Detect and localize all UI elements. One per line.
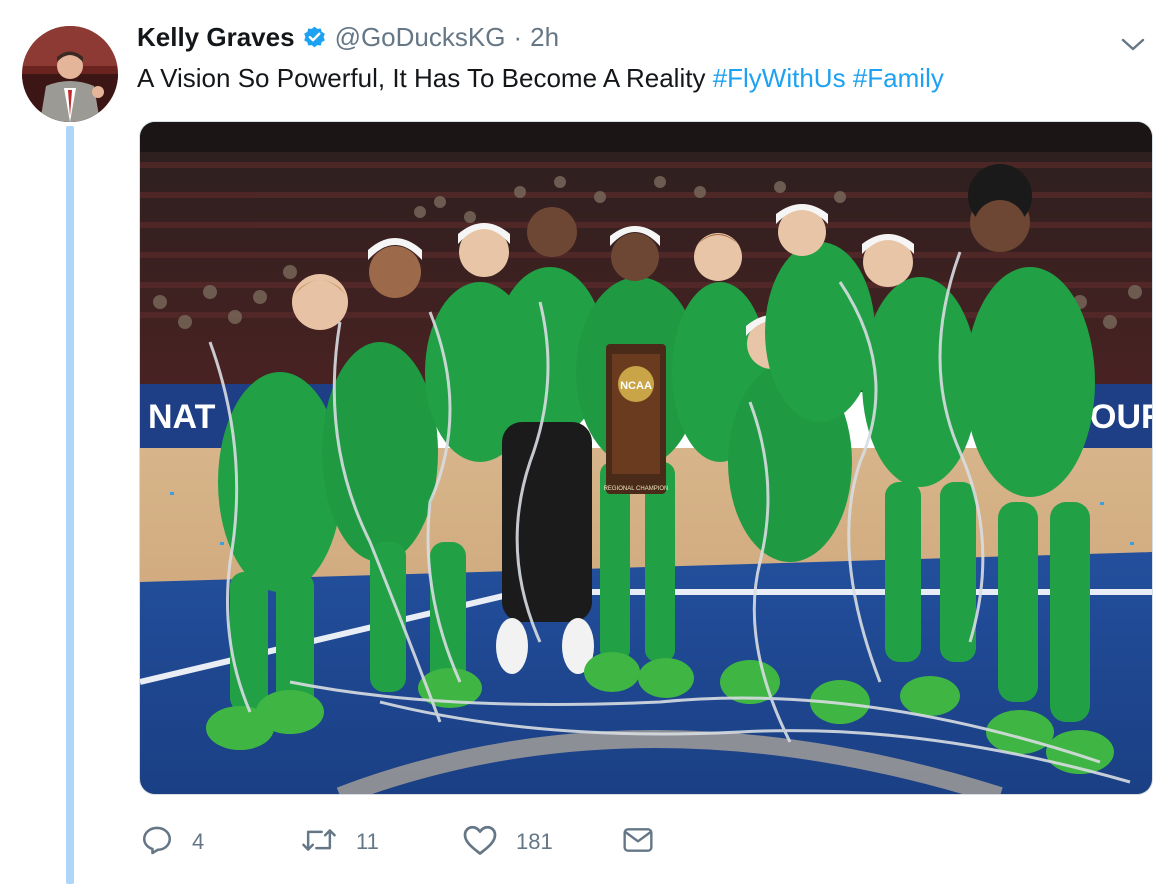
like-action[interactable]: 181	[462, 822, 553, 862]
tweet-text: A Vision So Powerful, It Has To Become A…	[137, 63, 944, 94]
banner-right-text: OUR	[1090, 398, 1153, 436]
team-photo: NAT OUR	[140, 122, 1153, 794]
thread-line	[66, 126, 74, 884]
envelope-icon[interactable]	[622, 825, 654, 860]
tweet-media-photo[interactable]: NAT OUR	[139, 121, 1153, 795]
author-handle[interactable]: @GoDucksKG	[335, 22, 506, 53]
retweet-count: 11	[356, 829, 379, 854]
trophy-brand: NCAA	[620, 380, 652, 392]
timestamp[interactable]: 2h	[530, 22, 559, 53]
tweet-actions: 4 11 181	[140, 822, 700, 862]
like-count: 181	[516, 829, 553, 854]
message-action[interactable]	[622, 822, 654, 862]
verified-badge-icon	[302, 25, 327, 50]
tweet-body: A Vision So Powerful, It Has To Become A…	[137, 63, 706, 93]
retweet-icon[interactable]	[300, 823, 338, 862]
retweet-action[interactable]: 11	[300, 822, 379, 862]
reply-icon[interactable]	[140, 823, 174, 862]
avatar[interactable]	[22, 26, 118, 122]
banner-left-text: NAT	[148, 398, 216, 436]
avatar-image	[22, 26, 118, 122]
separator-dot: ·	[513, 21, 523, 52]
chevron-down-icon[interactable]	[1120, 36, 1146, 54]
reply-count: 4	[192, 829, 205, 854]
reply-action[interactable]: 4	[140, 822, 204, 862]
heart-icon[interactable]	[462, 823, 498, 862]
hashtag-flywithus[interactable]: #FlyWithUs	[713, 63, 846, 93]
trophy-caption: REGIONAL CHAMPION	[604, 486, 669, 492]
tweet-header: Kelly Graves @GoDucksKG · 2h	[137, 20, 559, 54]
hashtag-family[interactable]: #Family	[853, 63, 944, 93]
author-name[interactable]: Kelly Graves	[137, 22, 295, 53]
